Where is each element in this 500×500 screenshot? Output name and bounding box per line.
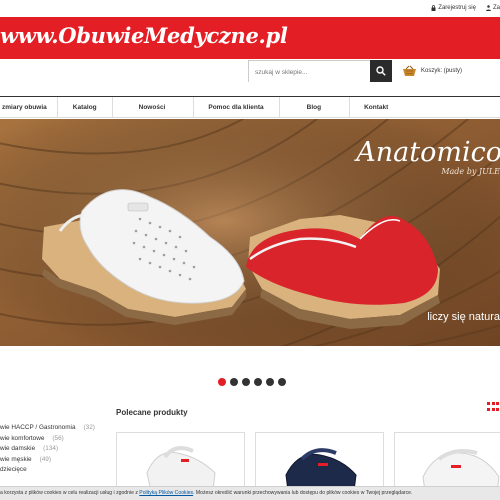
cookie-text-after: . Możesz określić warunki przechowywania…: [193, 490, 413, 496]
register-label: Zarejestruj się: [438, 5, 476, 11]
category-item[interactable]: wie HACCP / Gastronomia (32): [0, 423, 95, 434]
user-icon: [485, 5, 491, 11]
product-card[interactable]: [255, 432, 384, 492]
search-input[interactable]: [249, 62, 371, 83]
cookie-notice: a korzysta z plików cookies w celu reali…: [0, 486, 500, 500]
top-utility-bar: Zarejestruj się Za: [0, 0, 500, 17]
cookie-text-before: a korzysta z plików cookies w celu reali…: [0, 490, 140, 496]
site-logo[interactable]: www.ObuwieMedyczne.pl: [0, 23, 288, 48]
main-nav: zmiary obuwia Katalog Nowości Pomoc dla …: [0, 96, 500, 118]
category-name: wie HACCP / Gastronomia: [0, 424, 76, 431]
category-name: wie komfortowe: [0, 434, 45, 442]
navy-clog-thumbnail: [285, 448, 357, 491]
cart-basket-icon: [403, 65, 416, 76]
slider-dot-4[interactable]: [254, 378, 262, 386]
cookie-policy-link[interactable]: Polityką Plików Cookies: [139, 490, 193, 496]
category-count: (32): [83, 424, 95, 431]
category-list: wie HACCP / Gastronomia (32) wie komforto…: [0, 423, 95, 476]
category-name: wie męskie: [0, 455, 32, 463]
search-icon: [376, 66, 386, 76]
search-box: [248, 60, 392, 83]
nav-item-sizes[interactable]: zmiary obuwia: [0, 96, 58, 118]
category-name: wie damskie: [0, 445, 36, 452]
recommended-title: Polecane produkty: [116, 408, 188, 417]
product-card[interactable]: [394, 432, 500, 492]
category-count: (49): [39, 455, 51, 463]
nav-item-help[interactable]: Pomoc dla klienta: [194, 96, 280, 118]
category-item[interactable]: wie męskie (49): [0, 455, 95, 466]
lock-icon: [431, 5, 436, 11]
white-clog-thumbnail: [146, 446, 216, 491]
hero-tagline: liczy się natura: [427, 311, 500, 323]
hero-brand-text: Anatomico: [356, 137, 500, 168]
slider-dots: [218, 378, 286, 386]
nav-item-blog[interactable]: Blog: [280, 96, 351, 118]
cart-label: Koszyk: (pusty): [421, 68, 463, 74]
page: Zarejestruj się Za www.ObuwieMedyczne.pl: [0, 0, 500, 500]
hero-banner[interactable]: Anatomico Made by JULE liczy się natura: [0, 119, 500, 346]
category-name: dziecięce: [0, 466, 27, 473]
cart-widget[interactable]: Koszyk: (pusty): [402, 65, 462, 77]
product-card[interactable]: [116, 432, 245, 492]
slider-dot-1[interactable]: [218, 378, 226, 386]
hero-subtitle: Made by JULE: [441, 167, 500, 176]
nav-item-catalog[interactable]: Katalog: [58, 96, 113, 118]
login-link[interactable]: Za: [485, 5, 500, 11]
product-list: [116, 432, 500, 492]
search-cart-row: Koszyk: (pusty): [0, 60, 500, 86]
slider-dot-3[interactable]: [242, 378, 250, 386]
nav-item-new[interactable]: Nowości: [113, 96, 195, 118]
category-count: (134): [43, 445, 59, 452]
slider-dot-2[interactable]: [230, 378, 238, 386]
slider-dot-6[interactable]: [278, 378, 286, 386]
nav-item-contact[interactable]: Kontakt: [350, 97, 400, 118]
search-button[interactable]: [370, 60, 392, 82]
category-item[interactable]: wie damskie (134): [0, 444, 95, 455]
register-link[interactable]: Zarejestruj się: [431, 5, 476, 11]
category-item[interactable]: dziecięce: [0, 465, 95, 476]
category-count: (56): [52, 434, 64, 442]
white-shoe-thumbnail: [422, 449, 500, 491]
login-label: Za: [492, 5, 500, 11]
slider-dot-5[interactable]: [266, 378, 274, 386]
account-links: Zarejestruj się Za: [431, 5, 500, 11]
grid-view-icon[interactable]: [487, 402, 500, 412]
category-item[interactable]: wie komfortowe (56): [0, 434, 95, 445]
